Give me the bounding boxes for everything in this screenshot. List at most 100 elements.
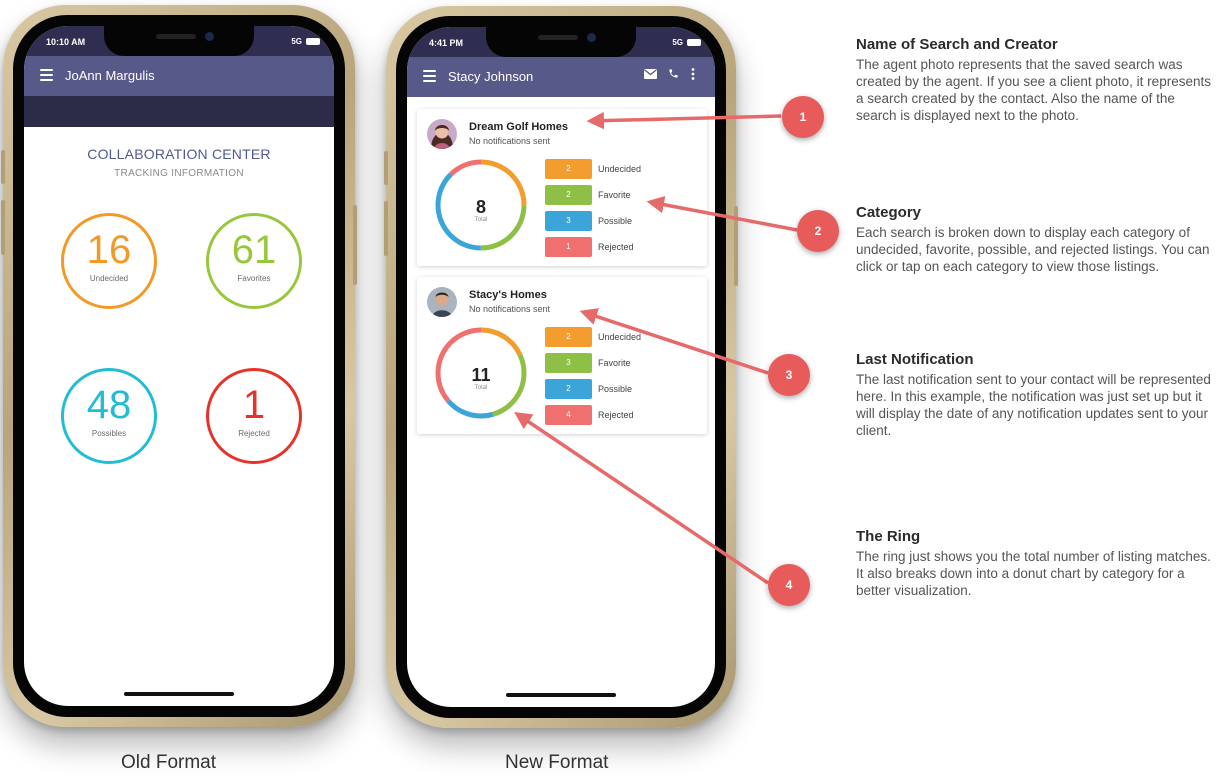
mail-icon[interactable] xyxy=(644,68,657,82)
speaker-grille xyxy=(538,35,578,40)
header-user-name: Stacy Johnson xyxy=(448,69,534,84)
category-favorite[interactable]: 3 Favorite xyxy=(545,353,695,373)
category-label: Undecided xyxy=(598,332,642,342)
more-vert-icon[interactable] xyxy=(691,68,695,83)
annotation-badge: 3 xyxy=(768,354,810,396)
stat-value: 48 xyxy=(86,383,132,427)
old-format-screen: 10:10 AM 5G JoAnn Margulis COLLABORATION… xyxy=(24,26,334,706)
phone-side-button xyxy=(384,201,388,256)
ring-total: 8 xyxy=(475,197,486,217)
note-last-notification: Last Notification The last notification … xyxy=(856,351,1216,439)
note-body: The last notification sent to your conta… xyxy=(856,372,1211,438)
home-indicator[interactable] xyxy=(124,692,234,696)
note-title: Last Notification xyxy=(856,351,974,368)
stat-label: Possibles xyxy=(91,429,127,438)
category-possible[interactable]: 2 Possible xyxy=(545,379,695,399)
status-time: 10:10 AM xyxy=(46,37,86,47)
camera-icon xyxy=(205,32,214,41)
category-undecided[interactable]: 2 Undecided xyxy=(545,327,695,347)
annotation-badge: 1 xyxy=(782,96,824,138)
category-favorite[interactable]: 2 Favorite xyxy=(545,185,695,205)
stat-value: 1 xyxy=(242,383,266,427)
ring-total: 11 xyxy=(471,365,491,385)
page-title: COLLABORATION CENTER xyxy=(87,146,271,162)
note-body: Each search is broken down to display ea… xyxy=(856,225,1210,274)
phone-notch xyxy=(486,27,636,57)
note-the-ring: The Ring The ring just shows you the tot… xyxy=(856,528,1216,599)
category-label: Favorite xyxy=(598,190,631,200)
category-count: 3 xyxy=(545,211,592,231)
phone-side-button xyxy=(734,206,738,286)
agent-avatar xyxy=(427,287,457,317)
caption-old-format: Old Format xyxy=(121,752,217,773)
category-label: Undecided xyxy=(598,164,642,174)
stat-rejected[interactable]: 1 Rejected xyxy=(206,368,302,464)
stat-label: Favorites xyxy=(237,274,271,283)
hamburger-menu-icon[interactable] xyxy=(40,69,53,81)
app-header: Stacy Johnson xyxy=(407,57,715,97)
speaker-grille xyxy=(156,34,196,39)
status-time: 4:41 PM xyxy=(429,38,464,48)
search-name: Stacy's Homes xyxy=(469,289,547,301)
agent-avatar xyxy=(427,119,457,149)
category-count: 3 xyxy=(545,353,592,373)
category-count: 1 xyxy=(545,237,592,257)
note-body: The agent photo represents that the save… xyxy=(856,57,1211,123)
stat-value: 61 xyxy=(231,228,277,272)
last-notification: No notifications sent xyxy=(469,136,551,146)
stat-label: Undecided xyxy=(89,274,129,283)
category-undecided[interactable]: 2 Undecided xyxy=(545,159,695,179)
phone-icon[interactable] xyxy=(668,68,679,82)
sub-header-bar xyxy=(24,96,334,127)
app-header: JoAnn Margulis xyxy=(24,56,334,96)
category-count: 2 xyxy=(545,185,592,205)
home-indicator[interactable] xyxy=(506,693,616,697)
ring-total-label: Total xyxy=(474,217,488,223)
search-name: Dream Golf Homes xyxy=(469,121,569,133)
category-rejected[interactable]: 1 Rejected xyxy=(545,237,695,257)
last-notification: No notifications sent xyxy=(469,304,551,314)
note-title: Name of Search and Creator xyxy=(856,36,1058,53)
note-category: Category Each search is broken down to d… xyxy=(856,204,1216,275)
category-label: Rejected xyxy=(598,410,634,420)
header-user-name: JoAnn Margulis xyxy=(65,68,155,83)
phone-side-button xyxy=(384,151,388,185)
category-count: 2 xyxy=(545,159,592,179)
phone-side-button xyxy=(353,205,357,285)
new-format-screen: 4:41 PM 5G Stacy Johnson Dream Golf Home… xyxy=(407,27,715,707)
caption-new-format: New Format xyxy=(505,752,609,773)
old-format-phone: 10:10 AM 5G JoAnn Margulis COLLABORATION… xyxy=(1,5,357,727)
category-count: 2 xyxy=(545,327,592,347)
search-card[interactable]: Dream Golf Homes No notifications sent 8… xyxy=(417,109,707,266)
note-body: The ring just shows you the total number… xyxy=(856,549,1211,598)
status-network: 5G xyxy=(291,37,302,46)
stat-value: 16 xyxy=(86,228,132,272)
page-subtitle: TRACKING INFORMATION xyxy=(114,168,244,179)
hamburger-menu-icon[interactable] xyxy=(423,70,436,82)
note-search-creator: Name of Search and Creator The agent pho… xyxy=(856,36,1216,124)
ring-total-label: Total xyxy=(474,385,488,391)
category-label: Possible xyxy=(598,216,633,226)
search-card[interactable]: Stacy's Homes No notifications sent 11 T… xyxy=(417,277,707,434)
stat-favorites[interactable]: 61 Favorites xyxy=(206,213,302,309)
stat-possibles[interactable]: 48 Possibles xyxy=(61,368,157,464)
note-title: Category xyxy=(856,204,922,221)
category-count: 4 xyxy=(545,405,592,425)
stat-label: Rejected xyxy=(238,429,270,438)
phone-side-button xyxy=(1,200,5,255)
battery-icon xyxy=(687,39,701,46)
phone-notch xyxy=(104,26,254,56)
category-label: Possible xyxy=(598,384,633,394)
category-label: Rejected xyxy=(598,242,634,252)
category-possible[interactable]: 3 Possible xyxy=(545,211,695,231)
category-label: Favorite xyxy=(598,358,631,368)
new-format-phone: 4:41 PM 5G Stacy Johnson Dream Golf Home… xyxy=(384,6,738,728)
stat-undecided[interactable]: 16 Undecided xyxy=(61,213,157,309)
status-network: 5G xyxy=(672,38,683,47)
battery-icon xyxy=(306,38,320,45)
category-count: 2 xyxy=(545,379,592,399)
category-rejected[interactable]: 4 Rejected xyxy=(545,405,695,425)
phone-side-button xyxy=(1,150,5,184)
annotation-badge: 2 xyxy=(797,210,839,252)
note-title: The Ring xyxy=(856,528,921,545)
